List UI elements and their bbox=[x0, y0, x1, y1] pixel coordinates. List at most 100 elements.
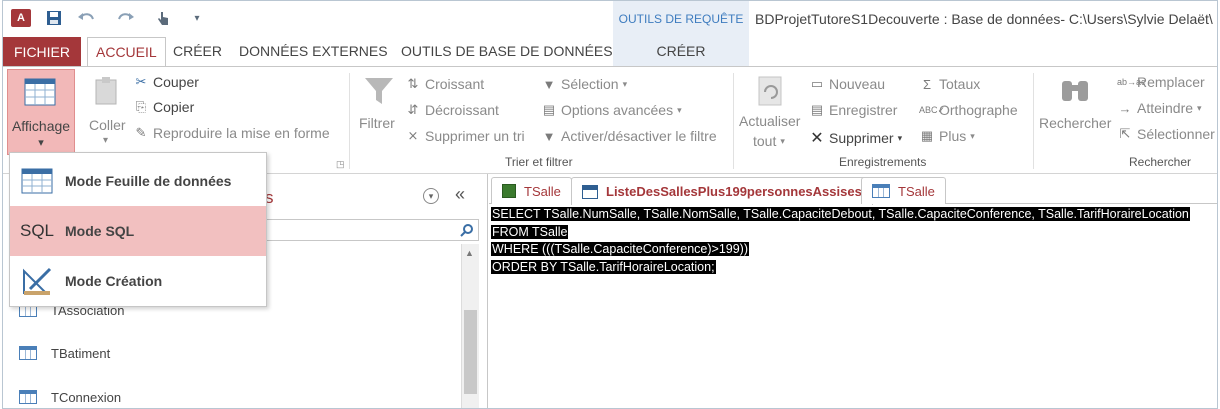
doc-tab-label: TSalle bbox=[898, 183, 935, 199]
cursor-icon: ⇱ bbox=[1119, 126, 1131, 141]
doc-tab-label: TSalle bbox=[524, 183, 561, 199]
records-group-label: Enregistrements bbox=[839, 155, 927, 169]
list-item[interactable]: TConnexion bbox=[19, 383, 121, 408]
spelling-button[interactable]: ABC✓ Orthographe bbox=[919, 102, 1018, 118]
tab-database-tools[interactable]: OUTILS DE BASE DE DONNÉES bbox=[401, 37, 613, 66]
nav-scrollbar[interactable]: ▲ bbox=[461, 244, 479, 408]
copy-label: Copier bbox=[153, 99, 195, 115]
list-item[interactable]: TBatiment bbox=[19, 339, 110, 367]
sql-line: WHERE (((TSalle.CapaciteConference)>199)… bbox=[491, 242, 749, 256]
menu-item-sql-view[interactable]: SQL Mode SQL bbox=[10, 206, 266, 256]
advanced-options-button[interactable]: ▤ Options avancées ▾ bbox=[541, 102, 682, 118]
clipboard-launcher-icon[interactable]: ◳ bbox=[336, 159, 345, 170]
design-icon bbox=[23, 267, 52, 295]
goto-dropdown-icon: ▾ bbox=[1197, 102, 1202, 113]
advanced-dropdown-icon: ▾ bbox=[677, 104, 682, 115]
brush-icon: ✎ bbox=[135, 125, 147, 140]
scroll-up-icon[interactable]: ▲ bbox=[465, 248, 474, 258]
query-icon bbox=[582, 184, 598, 199]
doc-tab-query[interactable]: ListeDesSallesPlus199personnesAssises bbox=[571, 177, 873, 205]
customize-toolbar-icon[interactable]: ▾ bbox=[191, 9, 203, 27]
paste-button[interactable]: Coller bbox=[89, 117, 126, 133]
tab-home[interactable]: ACCUEIL bbox=[87, 37, 166, 67]
title-bar: A ▾ OUTILS DE REQUÊTE BDProjetTutoreS1De… bbox=[3, 1, 1217, 37]
sql-icon: SQL bbox=[19, 221, 55, 240]
window-title: BDProjetTutoreS1Decouverte : Base de don… bbox=[755, 11, 1213, 27]
filter-label: Filtrer bbox=[359, 115, 395, 131]
nav-menu-chevron-icon[interactable]: ▾ bbox=[423, 188, 439, 204]
doc-tab-tsalle-1[interactable]: TSalle bbox=[491, 177, 572, 204]
save-record-label: Enregistrer bbox=[829, 102, 898, 118]
datasheet-view-icon bbox=[24, 78, 56, 106]
remove-sort-button[interactable]: ⨯ Supprimer un tri bbox=[405, 128, 525, 144]
delete-x-icon: ✕ bbox=[810, 130, 824, 147]
delete-record-button[interactable]: ✕ Supprimer ▾ bbox=[809, 128, 902, 148]
cut-button[interactable]: ✂ Couper bbox=[133, 74, 199, 90]
tab-external-data[interactable]: DONNÉES EXTERNES bbox=[239, 37, 388, 66]
tab-query-design[interactable]: CRÉER bbox=[613, 37, 749, 66]
refresh-all-button[interactable]: Actualiser bbox=[739, 113, 800, 129]
view-button[interactable]: Affichage ▾ bbox=[7, 69, 75, 155]
selection-button[interactable]: ▼ Sélection ▾ bbox=[541, 76, 628, 92]
sort-filter-group-label: Trier et filtrer bbox=[505, 155, 573, 169]
goto-button[interactable]: → Atteindre ▾ bbox=[1117, 100, 1202, 116]
select-button[interactable]: ⇱ Sélectionner bbox=[1117, 126, 1215, 142]
copy-button[interactable]: ⎘ Copier bbox=[133, 99, 194, 115]
sigma-icon: Σ bbox=[922, 76, 932, 92]
sql-editor[interactable]: SELECT TSalle.NumSalle, TSalle.NomSalle,… bbox=[491, 206, 1190, 276]
redo-icon[interactable] bbox=[115, 9, 137, 27]
paste-dropdown-arrow[interactable]: ▾ bbox=[103, 135, 108, 146]
selection-label: Sélection bbox=[561, 76, 619, 92]
sort-ascending-button[interactable]: ⇅ Croissant bbox=[405, 76, 485, 92]
refresh-sub[interactable]: tout ▾ bbox=[753, 133, 785, 149]
nav-item-label: TBatiment bbox=[51, 345, 111, 361]
toggle-filter-button[interactable]: ▼ Activer/désactiver le filtre bbox=[541, 128, 717, 144]
tab-create[interactable]: CRÉER bbox=[173, 37, 222, 66]
filter-button[interactable]: Filtrer bbox=[359, 115, 395, 131]
table-icon bbox=[502, 184, 516, 198]
format-painter-button[interactable]: ✎ Reproduire la mise en forme bbox=[133, 125, 330, 141]
totals-label: Totaux bbox=[939, 76, 981, 92]
delete-record-label: Supprimer bbox=[829, 130, 894, 146]
touch-mode-icon[interactable] bbox=[153, 9, 173, 27]
menu-item-datasheet-view[interactable]: Mode Feuille de données bbox=[10, 156, 266, 206]
menu-item-design-view[interactable]: Mode Création bbox=[10, 256, 266, 306]
totals-button[interactable]: Σ Totaux bbox=[919, 76, 980, 92]
more-button[interactable]: ▦ Plus ▾ bbox=[919, 128, 975, 144]
replace-button[interactable]: ab→ac Remplacer bbox=[1117, 74, 1205, 90]
find-button[interactable]: Rechercher bbox=[1039, 115, 1111, 131]
refresh-sub-label: tout bbox=[753, 133, 777, 149]
remove-sort-icon: ⨯ bbox=[407, 128, 419, 143]
query-tools-context-title: OUTILS DE REQUÊTE bbox=[613, 1, 749, 37]
access-logo-icon[interactable]: A bbox=[11, 9, 31, 27]
sort-ascending-label: Croissant bbox=[425, 76, 485, 92]
ribbon-tabs: FICHIER ACCUEIL CRÉER DONNÉES EXTERNES O… bbox=[3, 37, 1217, 67]
sort-descending-button[interactable]: ⇵ Décroissant bbox=[405, 102, 499, 118]
find-label: Rechercher bbox=[1039, 115, 1112, 131]
advanced-options-label: Options avancées bbox=[561, 102, 674, 118]
doc-tab-tsalle-2[interactable]: TSalle bbox=[861, 177, 946, 204]
search-icon[interactable] bbox=[460, 223, 474, 237]
refresh-dropdown-icon: ▾ bbox=[780, 135, 785, 146]
view-dropdown-menu: Mode Feuille de données SQL Mode SQL Mod… bbox=[9, 152, 267, 307]
delete-dropdown-icon: ▾ bbox=[897, 132, 903, 143]
save-icon[interactable] bbox=[45, 9, 63, 27]
document-area: TSalle ListeDesSallesPlus199personnesAss… bbox=[489, 174, 1217, 408]
save-record-button[interactable]: ▤ Enregistrer bbox=[809, 102, 898, 118]
save-record-icon: ▤ bbox=[810, 102, 824, 117]
replace-icon: ab→ac bbox=[1117, 77, 1146, 87]
paste-icon bbox=[95, 77, 117, 105]
nav-scroll-thumb[interactable] bbox=[464, 310, 477, 394]
more-table-icon: ▦ bbox=[920, 128, 934, 143]
menu-item-label: Mode SQL bbox=[65, 223, 135, 239]
refresh-label: Actualiser bbox=[739, 113, 801, 129]
refresh-all-icon bbox=[758, 76, 782, 106]
new-record-icon: ▭ bbox=[810, 76, 824, 91]
sql-line: FROM TSalle bbox=[491, 224, 569, 239]
new-record-button[interactable]: ▭ Nouveau bbox=[809, 76, 885, 92]
select-label: Sélectionner bbox=[1137, 126, 1215, 142]
undo-icon[interactable] bbox=[75, 9, 97, 27]
sql-line: SELECT TSalle.NumSalle, TSalle.NomSalle,… bbox=[491, 207, 1190, 221]
tab-file[interactable]: FICHIER bbox=[3, 37, 81, 66]
collapse-pane-icon[interactable]: « bbox=[455, 184, 465, 205]
